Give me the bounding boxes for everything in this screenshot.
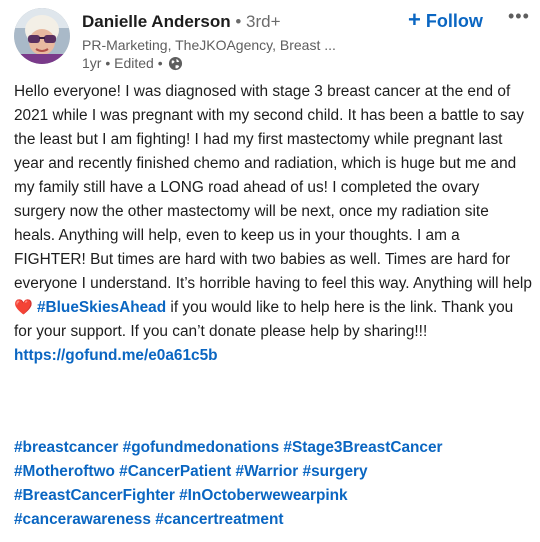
gofundme-link[interactable]: https://gofund.me/e0a61c5b [14, 347, 218, 364]
more-options-icon[interactable]: ••• [508, 6, 530, 27]
heart-icon: ❤️ [14, 299, 33, 316]
hashtag-link[interactable]: #Motheroftwo [14, 463, 115, 480]
plus-icon: + [408, 7, 421, 32]
feed-post: Danielle Anderson • 3rd+ PR-Marketing, T… [0, 0, 540, 542]
post-paragraph: Hello everyone! I was diagnosed with sta… [14, 80, 534, 344]
hashtag-link[interactable]: #breastcancer [14, 439, 118, 456]
connection-degree: • 3rd+ [230, 12, 281, 31]
hashtag-link[interactable]: #BreastCancerFighter [14, 487, 175, 504]
hashtag-link[interactable]: #Warrior [236, 463, 299, 480]
hashtag-blueskiesahead[interactable]: #BlueSkiesAhead [37, 299, 166, 316]
post-time: 1yr • Edited • [82, 55, 163, 71]
hashtag-link[interactable]: #InOctoberwewearpink [179, 487, 348, 504]
hashtag-link[interactable]: #Stage3BreastCancer [283, 439, 442, 456]
globe-icon [168, 56, 183, 71]
author-name[interactable]: Danielle Anderson [82, 12, 231, 31]
avatar[interactable] [14, 8, 70, 64]
post-text-part1: Hello everyone! I was diagnosed with sta… [14, 83, 532, 292]
follow-label: Follow [425, 10, 483, 31]
hashtag-link[interactable]: #cancertreatment [155, 511, 283, 528]
author-name-row: Danielle Anderson • 3rd+ [82, 12, 281, 32]
post-meta: 1yr • Edited • [82, 55, 183, 71]
hashtag-link[interactable]: #surgery [303, 463, 368, 480]
hashtag-link[interactable]: #CancerPatient [119, 463, 231, 480]
post-body: Hello everyone! I was diagnosed with sta… [14, 80, 534, 368]
author-headline: PR-Marketing, TheJKOAgency, Breast ... [82, 37, 336, 53]
hashtag-link[interactable]: #cancerawareness [14, 511, 151, 528]
follow-button[interactable]: + Follow [408, 7, 483, 32]
avatar-photo-icon [14, 8, 70, 64]
hashtag-list: #breastcancer #gofundmedonations #Stage3… [14, 436, 534, 532]
hashtag-link[interactable]: #gofundmedonations [123, 439, 279, 456]
